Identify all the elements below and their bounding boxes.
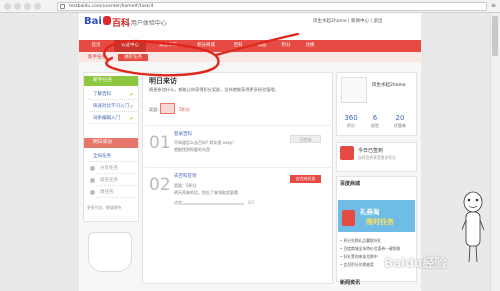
menu-icon[interactable]: ≡ [491, 3, 497, 9]
calendar-icon [340, 146, 354, 160]
step-1-title: 登录百科 [174, 132, 192, 137]
checkin-title[interactable]: 今日已签到 [358, 147, 383, 154]
sidebar-head-novice[interactable]: 新手任务 [84, 76, 138, 86]
more-tasks-note: 更多任务，敬请期待 [87, 205, 122, 210]
step-1 [145, 125, 331, 163]
watermark: Baidu经验 [384, 256, 447, 270]
stat-points[interactable]: 360 [340, 114, 362, 122]
sidebar-item-label: 全局任务 [93, 154, 111, 159]
task-title: 明日来访 [149, 77, 177, 85]
lock-icon [90, 178, 95, 183]
baidu-paw-icon [103, 16, 111, 25]
step-1-text-2: 就能找到你要的东西 [174, 147, 210, 152]
step-2-number: 02 [149, 175, 171, 195]
reward-amount: 5积分 [179, 107, 191, 112]
nav-item-baike[interactable]: 百科 [226, 40, 250, 52]
home-button[interactable] [34, 3, 41, 10]
progress-value: 0/1 [248, 200, 255, 205]
reward-envelope-icon [160, 103, 175, 114]
check-icon: ✔ [129, 116, 134, 122]
progress-bar [182, 203, 244, 205]
stat-exp-label: 经验 [371, 123, 379, 128]
mall-link[interactable]: • 百度商城全场特价优惠券一键领取 [340, 246, 400, 252]
banner-title: 礼券淘 [360, 208, 380, 216]
sidebar-item[interactable]: 排名任务 [90, 176, 137, 186]
mall-title: 百度商城 [340, 181, 361, 187]
nav-item-points[interactable]: 积分 [274, 40, 298, 52]
back-button[interactable] [4, 3, 11, 10]
task-description: 随便参加什么，都能让你获得积分奖励，坚持就能获得更多经验值哦。 [149, 87, 279, 92]
tab-novice-tasks[interactable]: 新手任务 [85, 54, 109, 61]
sidebar-item-label: 周任务 [100, 190, 114, 195]
nav-item-mall[interactable]: 积分商城 [190, 40, 222, 52]
sidebar-item[interactable]: 快速对比学习入门 ✔ [89, 102, 137, 112]
sidebar-item-label: 快速对比学习入门 [93, 104, 129, 109]
check-icon: ✔ [129, 92, 134, 98]
lock-icon [90, 190, 95, 195]
checkin-subtitle: 连续签到享受更多积分 [358, 155, 396, 160]
product-image[interactable] [88, 232, 132, 272]
avatar[interactable] [341, 77, 367, 103]
nav-item-dynamic[interactable]: 动态 [250, 40, 274, 52]
mall-link[interactable]: • 好礼等你来拿兑换中 [340, 254, 378, 260]
step-1-done-button[interactable]: 已完成 [290, 135, 321, 143]
user-links[interactable]: 风生水起2home | 新闻中心 | 退出 [313, 18, 382, 24]
username[interactable]: 风生水起2home [372, 82, 406, 88]
step-1-text: 不知道怎么去百科? 其实很 easy！ [174, 140, 237, 145]
sidebar-item[interactable]: 周任务 [90, 188, 137, 198]
mall-link[interactable]: • 积分兑换礼品赢取好礼 [340, 238, 381, 244]
step-2-title: 去百科签到 [174, 174, 197, 179]
cartoon-character-image [462, 191, 484, 263]
scrollbar-thumb[interactable] [492, 16, 498, 56]
site-name: | 用户体验中心 [127, 20, 167, 27]
step-2-text: 奖励：5积分 [174, 183, 197, 188]
sidebar-item-label: 了解百科 [93, 92, 111, 97]
go-task-button[interactable]: 去完成任务 [290, 175, 321, 183]
sidebar-item-label: 词条编辑入门 [93, 116, 120, 121]
address-bar[interactable]: testbaidu.com/ucenter/home#/task/4 [57, 2, 487, 11]
sidebar-head-tomorrow[interactable]: 明日来访 [84, 138, 138, 148]
step-1-number: 01 [149, 133, 171, 153]
lock-icon [90, 166, 95, 171]
stat-coupons[interactable]: 20 [389, 114, 411, 122]
sidebar-item-label: 排名任务 [100, 178, 118, 183]
step-2-text-2: 明天再来的话，别忘了来领取奖励哦 [174, 190, 238, 195]
sidebar-item[interactable]: 了解百科 ✔ [89, 90, 137, 100]
sidebar-item-label: 分享任务 [100, 166, 118, 171]
sidebar-item[interactable]: 全局任务 [89, 152, 137, 162]
stat-points-label: 积分 [347, 123, 355, 128]
sidebar-item[interactable]: 分享任务 [90, 164, 137, 174]
nav-item-home[interactable]: 首页 [83, 40, 109, 52]
forward-button[interactable] [14, 3, 21, 10]
gift-box-icon [342, 210, 355, 226]
mall-link[interactable]: • 会员积分兑换抽奖 [340, 262, 374, 268]
nav-item-exchange[interactable]: 兑换 [298, 40, 322, 52]
news-title: 新闻资讯 [340, 280, 361, 286]
banner-subtitle: 限时任务 [366, 218, 394, 226]
tab-advanced-tasks[interactable]: 进阶任务 [118, 54, 148, 61]
sidebar-item[interactable]: 词条编辑入门 ✔ [89, 114, 137, 124]
stat-exp[interactable]: 6 [364, 114, 386, 122]
reload-button[interactable] [24, 3, 31, 10]
check-icon: ✔ [129, 104, 134, 110]
nav-item-cert[interactable]: 认证中心 [114, 40, 146, 52]
stat-coupons-label: 优惠券 [394, 123, 406, 128]
nav-item-lab[interactable]: 实验项目 [152, 40, 184, 52]
page-icon [60, 4, 65, 9]
logo-text[interactable]: Bai [84, 16, 102, 27]
